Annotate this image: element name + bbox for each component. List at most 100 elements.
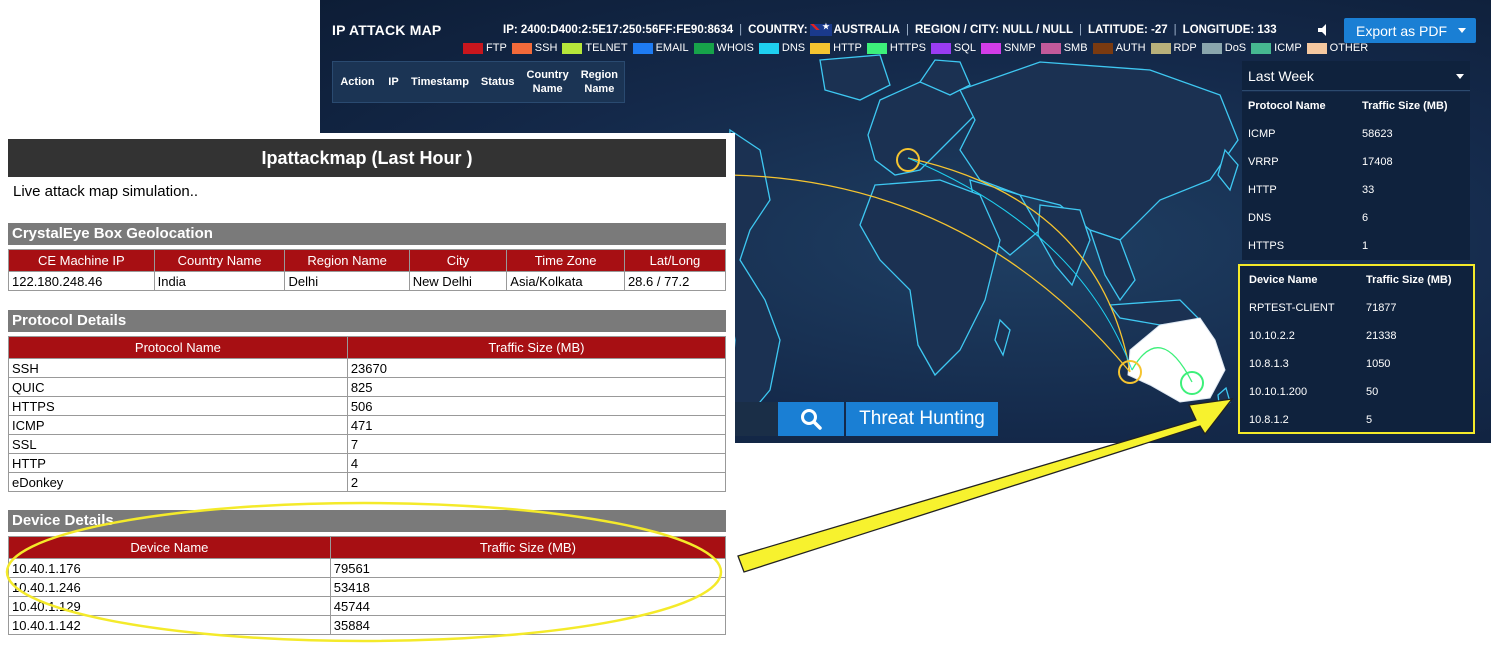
legend-swatch [810, 42, 831, 54]
col-country-name: Country Name [526, 69, 569, 95]
col-traffic-size: Traffic Size (MB) [329, 536, 727, 559]
device-name: 10.40.1.176 [8, 558, 331, 578]
protocol-name: VRRP [1248, 156, 1279, 168]
threat-hunting-button[interactable]: Threat Hunting [846, 402, 998, 436]
table-row: HTTP 33 [1242, 176, 1470, 204]
col-lat-long: Lat/Long [623, 249, 727, 272]
legend-swatch [980, 42, 1001, 54]
city: New Delhi [408, 271, 508, 291]
device-name: 10.40.1.142 [8, 615, 331, 635]
legend-label: RDP [1173, 42, 1197, 54]
traffic-size: 825 [346, 377, 727, 397]
col-city: City [408, 249, 508, 272]
country-value: AUSTRALIA [833, 24, 900, 36]
geolocation-table: CE Machine IP Country Name Region Name C… [8, 249, 727, 291]
table-row: HTTPS 1 [1242, 232, 1470, 260]
report-panel: Ipattackmap (Last Hour ) Live attack map… [0, 133, 735, 646]
map-tab[interactable] [734, 402, 778, 436]
traffic-size: 5 [1365, 414, 1373, 426]
legend-swatch [758, 42, 779, 54]
protocol-traffic-header: Protocol Name Traffic Size (MB) [1242, 92, 1470, 120]
device-name: RPTEST-CLIENT [1249, 302, 1335, 314]
table-row: 10.40.1.176 79561 [8, 558, 727, 578]
table-header-row: Device Name Traffic Size (MB) [8, 536, 727, 559]
traffic-size: 35884 [329, 615, 727, 635]
attack-log-table-header: Action IP Timestamp Status Country Name … [332, 61, 625, 103]
longitude-info: LONGITUDE: 133 [1182, 24, 1277, 36]
protocol-name: ICMP [8, 415, 348, 435]
legend-swatch [511, 42, 532, 54]
col-country-name: Country Name [153, 249, 286, 272]
legend-item-dos: DoS [1201, 42, 1247, 54]
legend-label: AUTH [1115, 42, 1146, 54]
protocol-name: HTTPS [8, 396, 348, 416]
period-select[interactable]: Last Week [1242, 61, 1470, 91]
traffic-size: 1050 [1365, 358, 1391, 370]
export-pdf-button[interactable]: Export as PDF [1344, 18, 1476, 43]
time-zone: Asia/Kolkata [506, 271, 625, 291]
table-row: 122.180.248.46 India Delhi New Delhi Asi… [8, 271, 727, 291]
australia-highlight [1127, 317, 1226, 403]
table-row: HTTP 4 [8, 453, 727, 473]
device-name: 10.40.1.129 [8, 596, 331, 616]
legend-label: SSH [534, 42, 558, 54]
traffic-size: 23670 [346, 358, 727, 378]
traffic-size: 4 [346, 453, 727, 473]
table-row: 10.8.1.2 5 [1240, 406, 1473, 434]
traffic-size: 71877 [1365, 302, 1397, 314]
traffic-size: 33 [1362, 184, 1375, 196]
legend-swatch [562, 42, 583, 54]
device-name: 10.40.1.246 [8, 577, 331, 597]
legend-label: ICMP [1274, 42, 1302, 54]
traffic-size: 6 [1362, 212, 1369, 224]
device-name-header: Device Name [1249, 274, 1318, 286]
table-row: 10.40.1.246 53418 [8, 577, 727, 597]
table-row: eDonkey 2 [8, 472, 727, 492]
chevron-down-icon [1458, 28, 1466, 33]
legend-item-telnet: TELNET [562, 42, 628, 54]
protocol-name: HTTP [8, 453, 348, 473]
period-select-value: Last Week [1248, 68, 1314, 84]
legend-item-auth: AUTH [1092, 42, 1146, 54]
legend-label: EMAIL [655, 42, 689, 54]
legend-swatch [1092, 42, 1113, 54]
table-row: 10.10.2.2 21338 [1240, 322, 1473, 350]
traffic-size: 58623 [1362, 128, 1393, 140]
table-row: 10.8.1.3 1050 [1240, 350, 1473, 378]
protocol-name: SSL [8, 434, 348, 454]
table-row: RPTEST-CLIENT 71877 [1240, 294, 1473, 322]
region-name: Delhi [284, 271, 410, 291]
legend-label: DNS [781, 42, 806, 54]
device-traffic-header: Device Name Traffic Size (MB) [1240, 266, 1473, 294]
protocol-name: eDonkey [8, 472, 348, 492]
speaker-icon[interactable] [1316, 22, 1332, 38]
legend-swatch [1251, 42, 1272, 54]
legend-swatch [866, 42, 887, 54]
chevron-down-icon [1456, 74, 1464, 79]
threat-hunting-label: Threat Hunting [859, 408, 985, 429]
protocol-legend: FTP SSH TELNET EMAIL WHOIS DNS HTTP HTTPS SQL SNM… [463, 42, 1373, 54]
legend-label: OTHER [1329, 42, 1369, 54]
device-traffic-table: Device Name Traffic Size (MB) RPTEST-CLI… [1238, 264, 1475, 434]
col-region-name: Region Name [284, 249, 410, 272]
traffic-size: 7 [346, 434, 727, 454]
traffic-size-header: Traffic Size (MB) [1365, 274, 1452, 286]
col-device-name: Device Name [8, 536, 331, 559]
legend-item-smb: SMB [1040, 42, 1088, 54]
legend-label: HTTP [833, 42, 862, 54]
device-details-table: Device Name Traffic Size (MB) 10.40.1.17… [8, 536, 727, 635]
legend-swatch [1306, 42, 1327, 54]
legend-label: DoS [1224, 42, 1247, 54]
table-row: SSH 23670 [8, 358, 727, 378]
table-header-row: Protocol Name Traffic Size (MB) [8, 336, 727, 359]
table-row: 10.10.1.200 50 [1240, 378, 1473, 406]
device-name: 10.8.1.2 [1249, 414, 1289, 426]
search-button[interactable] [778, 402, 844, 436]
traffic-size: 2 [346, 472, 727, 492]
col-time-zone: Time Zone [506, 249, 625, 272]
traffic-size: 53418 [329, 577, 727, 597]
legend-swatch [1150, 42, 1171, 54]
legend-label: HTTPS [889, 42, 926, 54]
protocol-details-table: Protocol Name Traffic Size (MB) SSH 23670… [8, 336, 727, 492]
traffic-size: 1 [1362, 240, 1369, 252]
